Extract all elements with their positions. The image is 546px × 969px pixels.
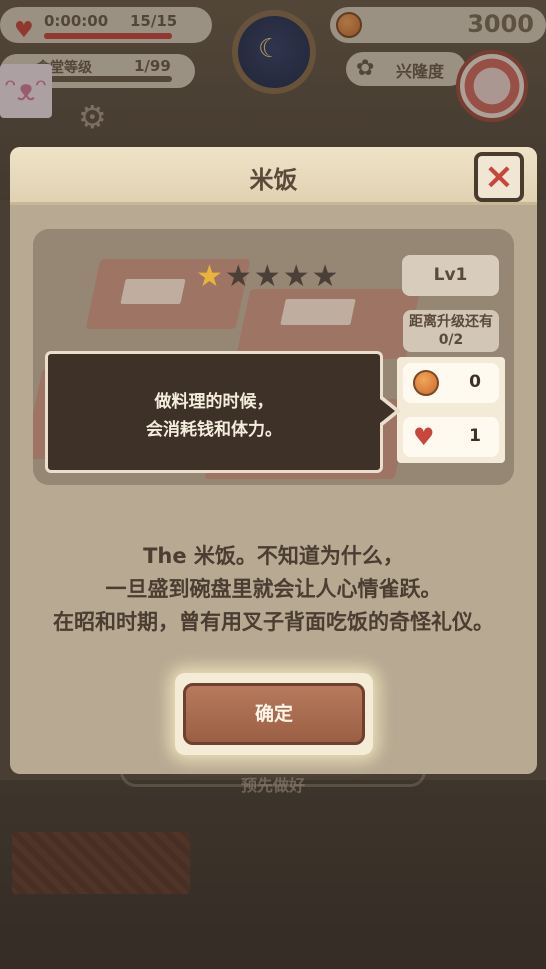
cost-tooltip: 做料理的时候， 会消耗钱和体力。 — [45, 351, 383, 473]
dish-detail-dialog: 米饭 × ★★★★★ Lv1 距离升级还有 0/2 0 ♥ 1 做料理的时候， … — [10, 147, 537, 774]
dialog-title: 米饭 — [249, 166, 298, 194]
star-icon: ★ — [253, 259, 283, 294]
star-icon: ★ — [311, 259, 341, 294]
dish-description: The 米饭。不知道为什么， 一旦盛到碗盘里就会让人心情雀跃。 在昭和时期，曾有… — [53, 544, 494, 634]
star-icon: ★ — [282, 259, 312, 294]
confirm-button[interactable]: 确定 — [183, 683, 365, 745]
close-icon: × — [483, 156, 515, 197]
cost-row-money: 0 — [403, 363, 499, 403]
heart-icon: ♥ — [413, 423, 435, 451]
upgrade-label: 距离升级还有 — [409, 314, 493, 330]
cost-row-stamina: ♥ 1 — [403, 417, 499, 457]
close-button[interactable]: × — [474, 152, 524, 202]
cost-money-value: 0 — [469, 372, 481, 392]
star-icon: ★ — [196, 259, 225, 294]
cost-panel: 0 ♥ 1 — [397, 357, 505, 463]
upgrade-value: 0/2 — [438, 332, 464, 348]
cost-stamina-value: 1 — [469, 426, 481, 446]
star-icon: ★ — [224, 259, 254, 294]
tooltip-text: 做料理的时候， 会消耗钱和体力。 — [146, 392, 282, 440]
upgrade-progress: 距离升级还有 0/2 — [403, 310, 499, 352]
coin-icon — [413, 370, 439, 396]
rating-stars: ★★★★★ — [196, 259, 341, 294]
dialog-header: 米饭 — [10, 147, 537, 205]
confirm-button-frame: 确定 — [175, 673, 373, 755]
level-badge: Lv1 — [402, 255, 499, 296]
